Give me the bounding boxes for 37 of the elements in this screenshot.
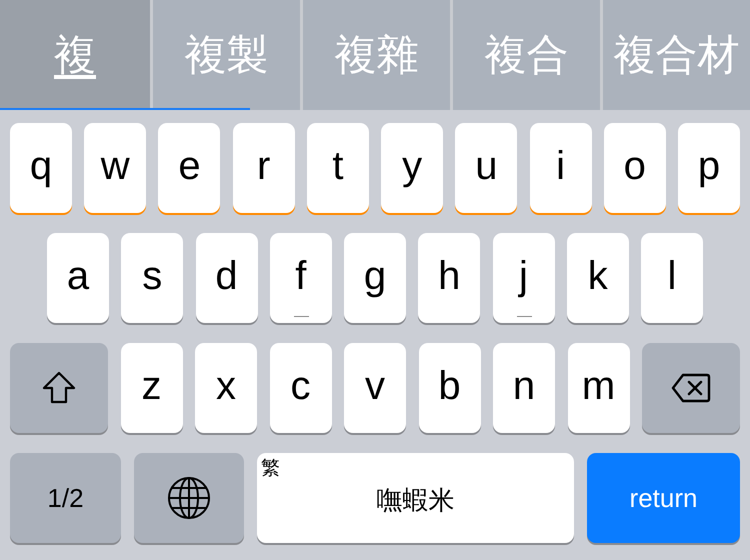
letter-key[interactable]: x xyxy=(195,343,257,433)
letter-key[interactable]: v xyxy=(344,343,406,433)
globe-icon xyxy=(167,476,211,520)
letter-key[interactable]: c xyxy=(270,343,332,433)
letter-key[interactable]: a xyxy=(47,233,109,323)
numbers-key[interactable]: 1/2 xyxy=(10,453,121,543)
letter-key[interactable]: e xyxy=(158,123,220,213)
letter-key[interactable]: z xyxy=(120,343,182,433)
arrow-up-icon xyxy=(41,370,77,406)
letter-key[interactable]: j xyxy=(492,233,554,323)
letter-key[interactable]: k xyxy=(566,233,629,323)
letter-key[interactable]: p xyxy=(678,123,740,213)
letter-key[interactable]: n xyxy=(493,343,555,433)
letter-key[interactable]: h xyxy=(418,233,480,323)
globe-key[interactable] xyxy=(134,453,244,543)
space-label: 嘸蝦米 xyxy=(376,484,454,516)
letter-key[interactable]: u xyxy=(455,123,518,213)
letter-key[interactable]: y xyxy=(381,123,444,213)
letter-key[interactable]: w xyxy=(84,123,146,213)
return-key[interactable]: return xyxy=(587,453,740,543)
shift-key[interactable] xyxy=(10,343,108,433)
delete-key[interactable] xyxy=(642,343,740,433)
letter-key[interactable]: o xyxy=(604,123,666,213)
letter-key[interactable]: m xyxy=(568,343,630,433)
input-mode-label: 繁 xyxy=(261,457,280,481)
letter-key[interactable]: s xyxy=(121,233,184,323)
letter-key[interactable]: d xyxy=(196,233,258,323)
letter-key[interactable]: b xyxy=(418,343,480,433)
letter-key[interactable]: r xyxy=(232,123,295,213)
letter-key[interactable]: f xyxy=(270,233,332,323)
letter-key[interactable]: l xyxy=(641,233,703,323)
letter-key[interactable]: g xyxy=(344,233,406,323)
letter-key[interactable]: i xyxy=(530,123,592,213)
letter-key[interactable]: t xyxy=(306,123,369,213)
letter-key[interactable]: q xyxy=(10,123,72,213)
backspace-icon xyxy=(671,373,711,403)
space-key[interactable]: 繁 嘸蝦米 xyxy=(257,453,574,543)
